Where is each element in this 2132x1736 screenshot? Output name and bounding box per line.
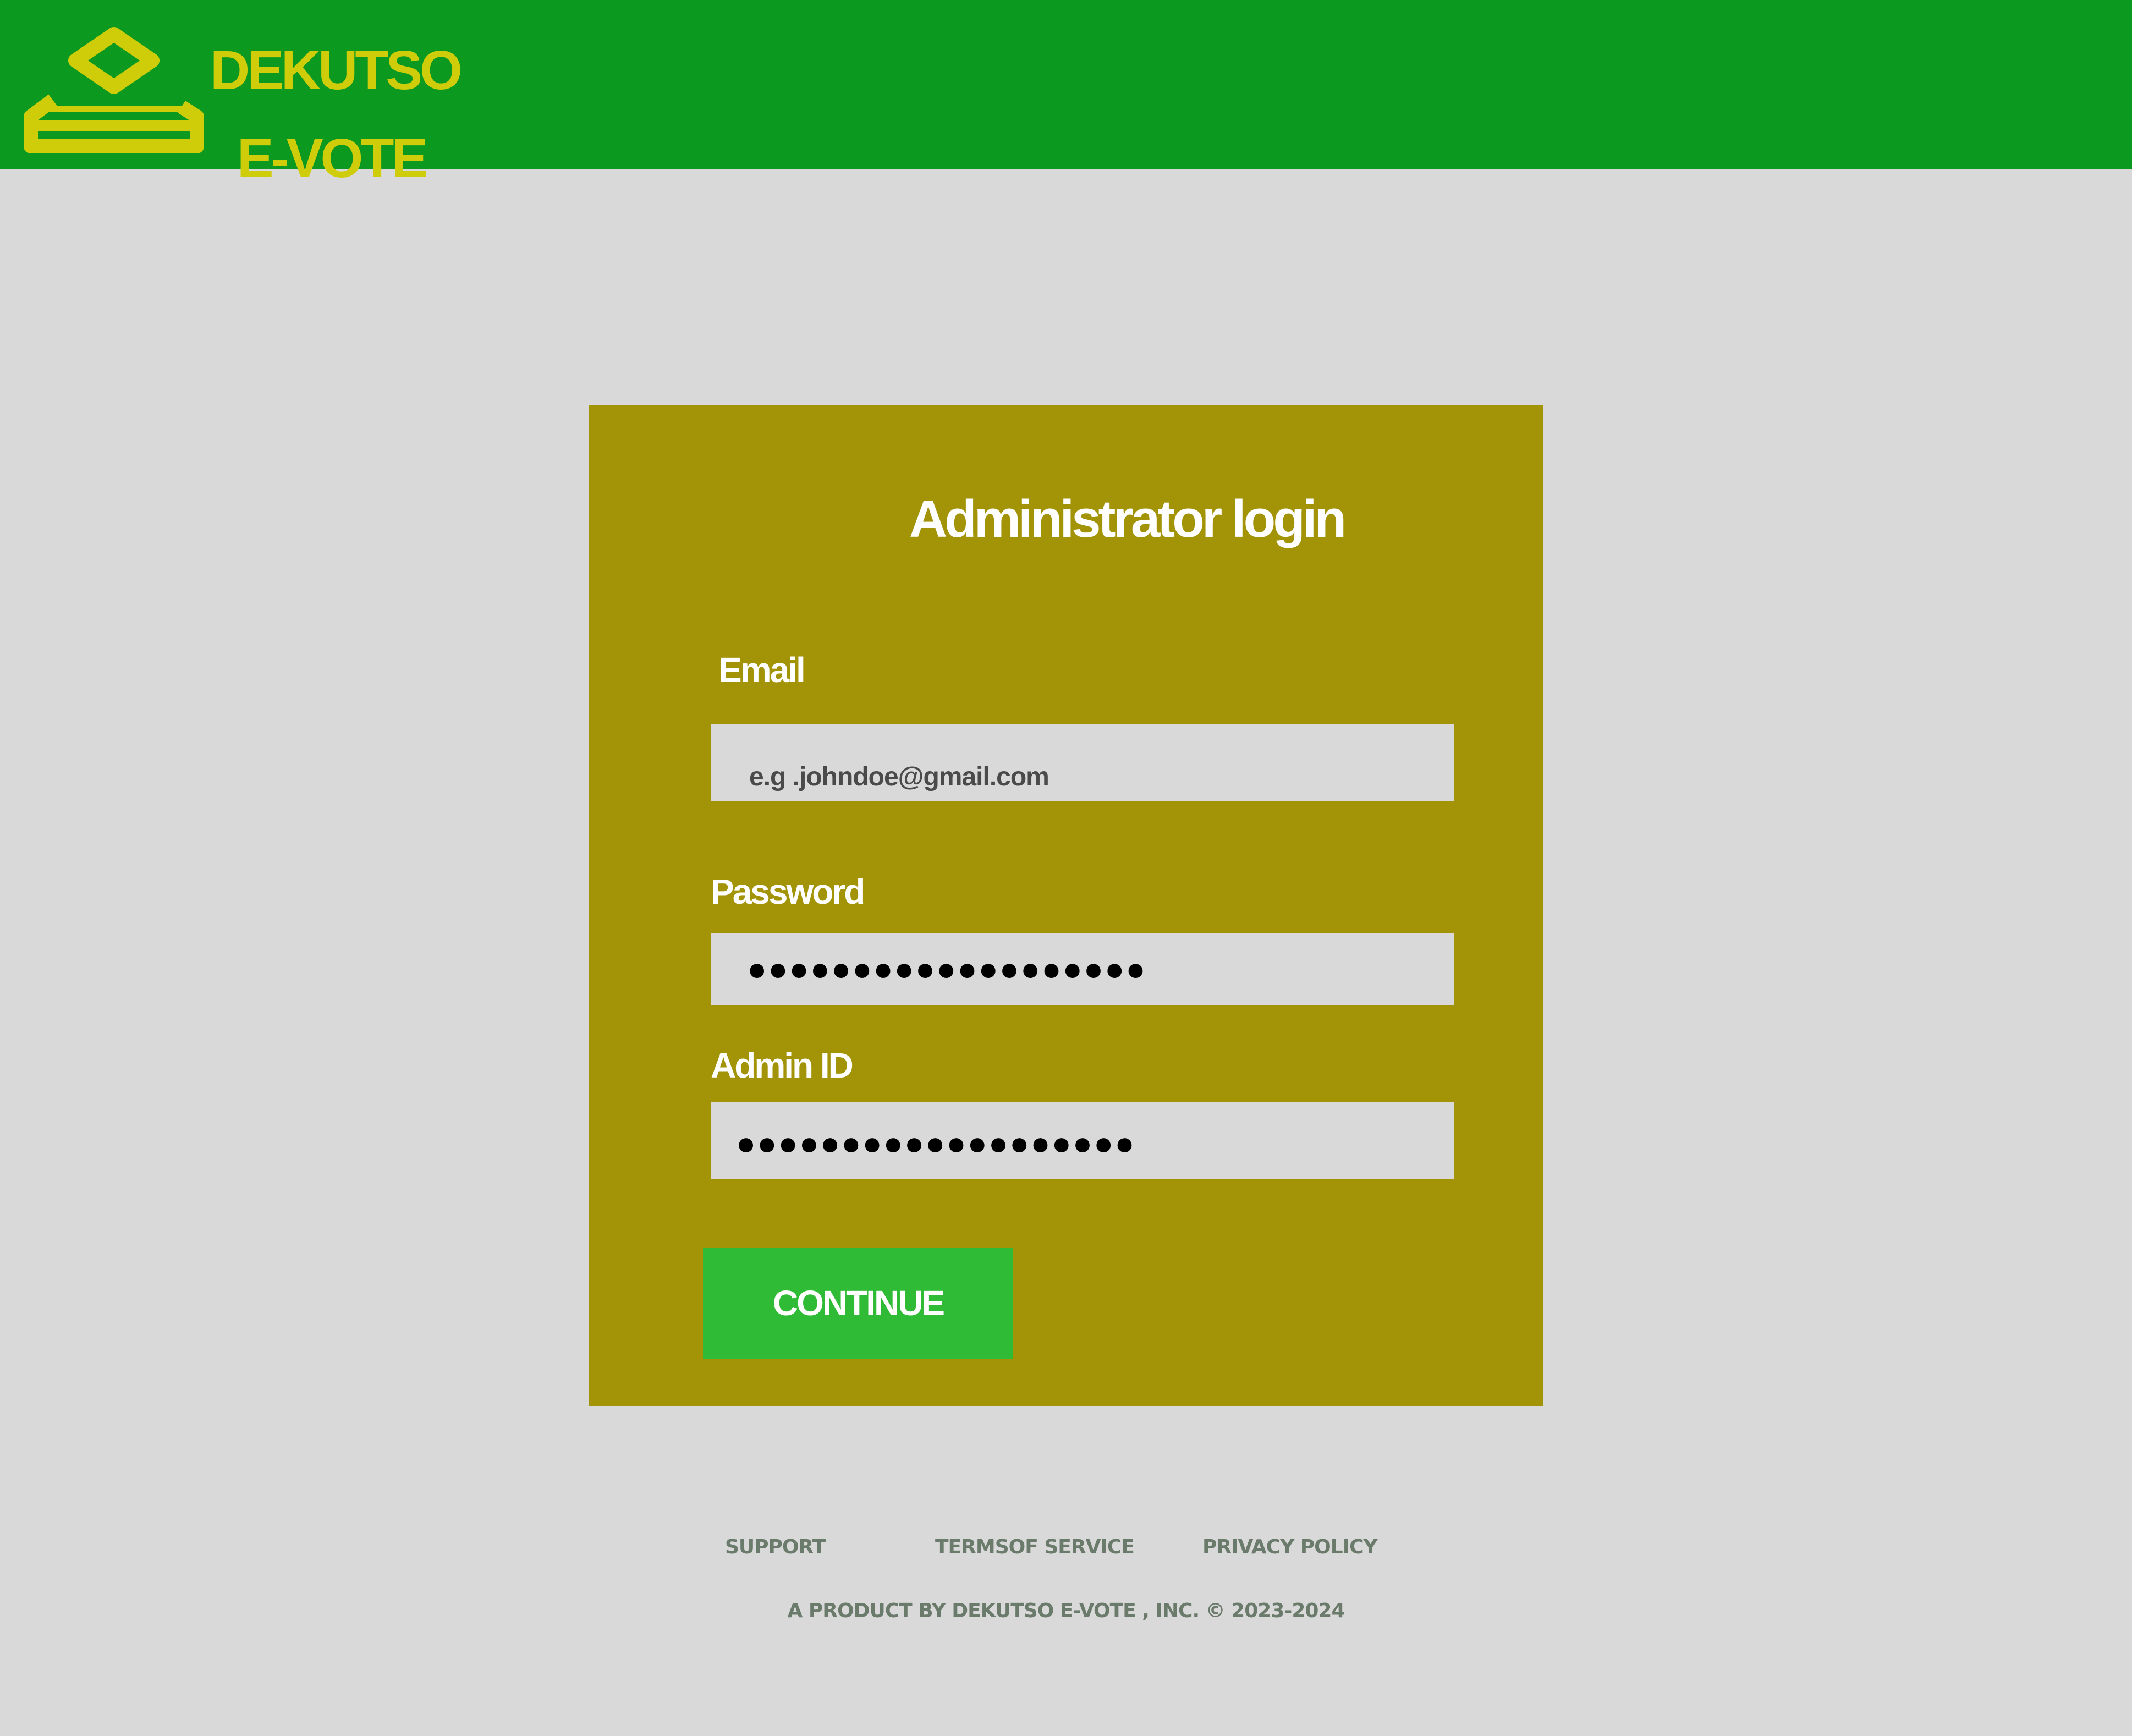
password-field[interactable]: ●●●●●●●●●●●●●●●●●●● bbox=[711, 933, 1454, 1005]
email-field[interactable] bbox=[711, 724, 1454, 801]
privacy-policy-link[interactable]: PRIVACY POLICY bbox=[1202, 1536, 1378, 1558]
ballot-box-icon bbox=[24, 27, 204, 153]
support-link[interactable]: SUPPORT bbox=[725, 1536, 826, 1558]
continue-button[interactable]: CONTINUE bbox=[703, 1248, 1013, 1359]
email-label: Email bbox=[718, 650, 806, 690]
brand-line-2: E-VOTE bbox=[237, 128, 428, 189]
login-card: Administrator login Email Password ●●●●●… bbox=[589, 405, 1543, 1406]
top-header: DEKUTSO E-VOTE bbox=[0, 0, 2132, 189]
password-label: Password bbox=[711, 872, 865, 911]
admin-id-field[interactable]: ●●●●●●●●●●●●●●●●●●● bbox=[711, 1102, 1454, 1179]
brand-line-1: DEKUTSO bbox=[210, 40, 463, 101]
admin-id-label: Admin ID bbox=[711, 1046, 854, 1085]
terms-of-service-link[interactable]: TERMSOF SERVICE bbox=[935, 1536, 1135, 1558]
brand-name: DEKUTSO E-VOTE bbox=[210, 26, 463, 202]
page-title: Administrator login bbox=[909, 490, 1347, 548]
copyright-text: A PRODUCT BY DEKUTSO E-VOTE , INC. © 202… bbox=[787, 1600, 1345, 1622]
